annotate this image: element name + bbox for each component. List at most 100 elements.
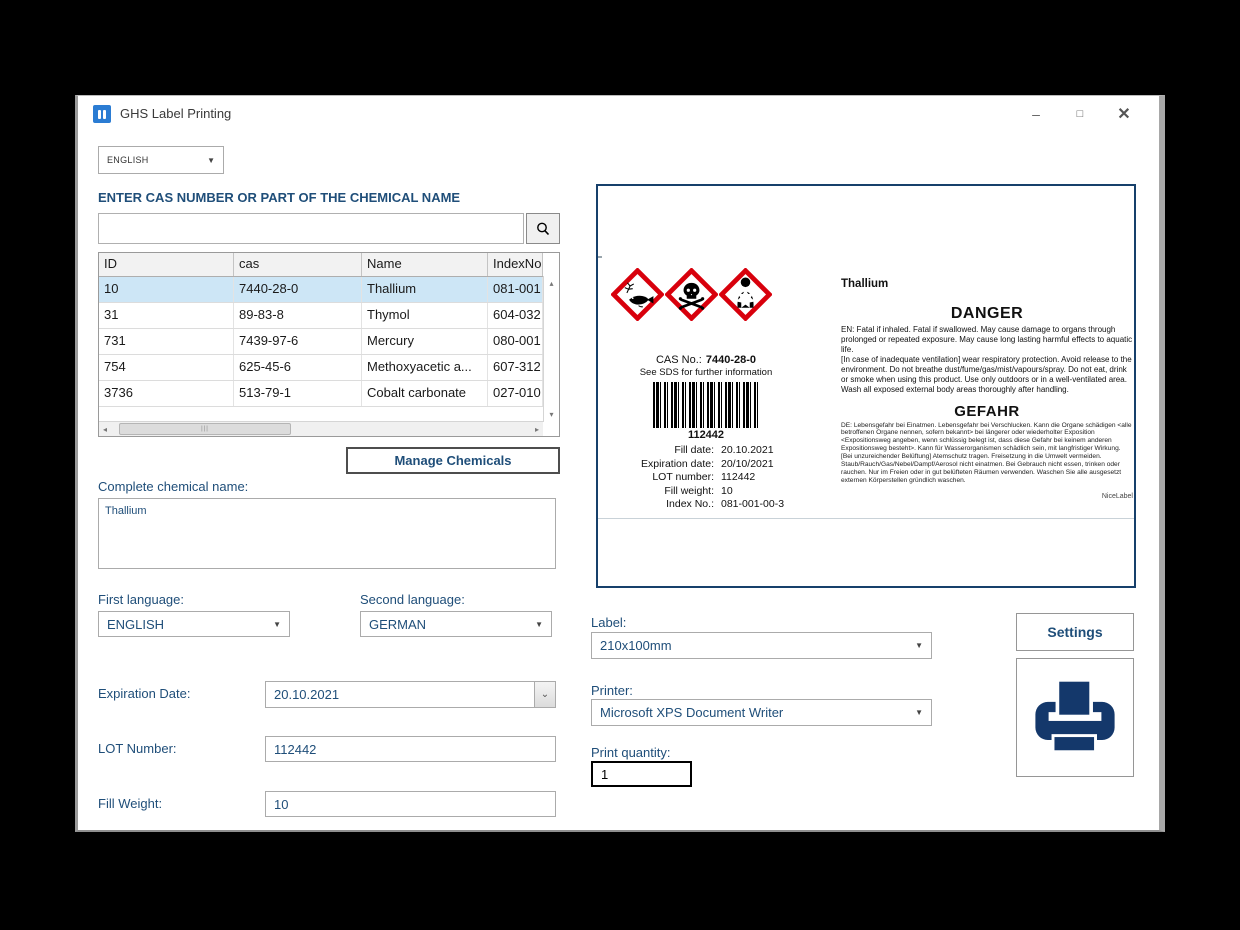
print-quantity-input[interactable] <box>591 761 692 787</box>
cas-value: 7440-28-0 <box>706 354 756 366</box>
title-bar[interactable]: GHS Label Printing – □ ✕ <box>78 96 1159 132</box>
expiration-date-picker[interactable]: 20.10.2021 ⌄ <box>265 681 556 708</box>
fill-weight-input[interactable] <box>265 791 556 817</box>
label-edge-mark <box>598 256 602 258</box>
hazard-statements-en: EN: Fatal if inhaled. Fatal if swallowed… <box>841 325 1133 396</box>
app-icon <box>93 105 111 123</box>
cas-label: CAS No.: <box>656 354 702 366</box>
expiration-date-value: 20.10.2021 <box>274 687 534 702</box>
horizontal-scrollbar[interactable]: ◂ ||| ▸ <box>99 421 543 436</box>
info-value: 112442 <box>714 471 755 485</box>
manage-chemicals-button[interactable]: Manage Chemicals <box>346 447 560 474</box>
scrollbar-thumb[interactable]: ||| <box>119 423 291 435</box>
cell-indexno[interactable]: 604-032 <box>488 303 543 328</box>
scroll-left-icon[interactable]: ◂ <box>99 425 111 434</box>
column-header-name[interactable]: Name <box>362 253 488 276</box>
info-value: 20.10.2021 <box>714 444 774 458</box>
cell-id[interactable]: 3736 <box>99 381 234 406</box>
vertical-scrollbar[interactable]: ▴ ▾ <box>543 276 559 422</box>
printer-value: Microsoft XPS Document Writer <box>600 705 915 720</box>
scroll-right-icon[interactable]: ▸ <box>531 425 543 434</box>
chevron-down-icon: ▼ <box>207 156 215 165</box>
cell-cas[interactable]: 7440-28-0 <box>234 277 362 302</box>
health-hazard-icon <box>719 268 772 321</box>
cell-id[interactable]: 31 <box>99 303 234 328</box>
sds-note: See SDS for further information <box>606 367 806 378</box>
printer-icon <box>1031 674 1119 762</box>
cell-cas[interactable]: 7439-97-6 <box>234 329 362 354</box>
info-value: 081-001-00-3 <box>714 498 784 512</box>
minimize-icon[interactable]: – <box>1027 106 1045 122</box>
lot-number-input[interactable] <box>265 736 556 762</box>
chemical-name-textarea[interactable]: Thallium <box>98 498 556 569</box>
info-key: Expiration date: <box>606 458 714 472</box>
table-row[interactable]: 3736 513-79-1 Cobalt carbonate 027-010 <box>99 381 543 407</box>
chemicals-table[interactable]: ID cas Name IndexNo 10 7440-28-0 Thalliu… <box>98 252 560 437</box>
info-key: LOT number: <box>606 471 714 485</box>
nicelabel-brand: NiceLabel <box>841 493 1133 500</box>
cell-name[interactable]: Cobalt carbonate <box>362 381 488 406</box>
chevron-down-icon: ▼ <box>273 620 281 629</box>
datepicker-dropdown-button[interactable]: ⌄ <box>534 682 555 707</box>
cell-name[interactable]: Thymol <box>362 303 488 328</box>
close-icon[interactable]: ✕ <box>1115 104 1133 124</box>
label-chemical-name: Thallium <box>841 278 1133 290</box>
search-input[interactable] <box>98 213 524 244</box>
cell-cas[interactable]: 89-83-8 <box>234 303 362 328</box>
cell-indexno[interactable]: 027-010 <box>488 381 543 406</box>
signal-word-en: DANGER <box>841 305 1133 323</box>
label-info-rows: Fill date:20.10.2021 Expiration date:20/… <box>606 444 806 512</box>
first-language-dropdown[interactable]: ENGLISH ▼ <box>98 611 290 637</box>
table-row[interactable]: 31 89-83-8 Thymol 604-032 <box>99 303 543 329</box>
ui-language-dropdown[interactable]: ENGLISH ▼ <box>98 146 224 174</box>
chemical-name-label: Complete chemical name: <box>98 479 248 494</box>
settings-button[interactable]: Settings <box>1016 613 1134 651</box>
scroll-up-icon[interactable]: ▴ <box>549 279 553 288</box>
printer-dropdown[interactable]: Microsoft XPS Document Writer ▼ <box>591 699 932 726</box>
cell-indexno[interactable]: 081-001 <box>488 277 543 302</box>
table-header-row[interactable]: ID cas Name IndexNo <box>99 253 543 277</box>
label-bottom-edge <box>598 518 1134 519</box>
cell-indexno[interactable]: 607-312 <box>488 355 543 380</box>
label-hazard-text: Thallium DANGER EN: Fatal if inhaled. Fa… <box>841 278 1133 500</box>
label-preview: CAS No.: 7440-28-0 See SDS for further in… <box>596 184 1136 588</box>
cell-cas[interactable]: 513-79-1 <box>234 381 362 406</box>
environment-hazard-icon <box>611 268 664 321</box>
cell-id[interactable]: 754 <box>99 355 234 380</box>
label-size-label: Label: <box>591 615 626 630</box>
label-cas-block: CAS No.: 7440-28-0 See SDS for further in… <box>606 354 806 512</box>
skull-crossbones-icon <box>665 268 718 321</box>
app-window: GHS Label Printing – □ ✕ ENGLISH ▼ ENTER… <box>75 95 1165 832</box>
cell-indexno[interactable]: 080-001 <box>488 329 543 354</box>
lot-number-label: LOT Number: <box>98 741 177 756</box>
first-language-label: First language: <box>98 592 184 607</box>
ui-language-value: ENGLISH <box>107 155 207 165</box>
signal-word-de: GEFAHR <box>841 403 1133 420</box>
info-key: Fill weight: <box>606 485 714 499</box>
hazard-statements-de: DE: Lebensgefahr bei Einatmen. Lebensgef… <box>841 422 1133 485</box>
label-size-dropdown[interactable]: 210x100mm ▼ <box>591 632 932 659</box>
cell-name[interactable]: Mercury <box>362 329 488 354</box>
column-header-indexno[interactable]: IndexNo <box>488 253 543 276</box>
second-language-dropdown[interactable]: GERMAN ▼ <box>360 611 552 637</box>
table-row[interactable]: 731 7439-97-6 Mercury 080-001 <box>99 329 543 355</box>
print-button[interactable] <box>1016 658 1134 777</box>
second-language-value: GERMAN <box>369 617 535 632</box>
cell-cas[interactable]: 625-45-6 <box>234 355 362 380</box>
barcode <box>653 382 759 428</box>
cell-id[interactable]: 10 <box>99 277 234 302</box>
cell-name[interactable]: Thallium <box>362 277 488 302</box>
table-row[interactable]: 754 625-45-6 Methoxyacetic a... 607-312 <box>99 355 543 381</box>
column-header-id[interactable]: ID <box>99 253 234 276</box>
cell-id[interactable]: 731 <box>99 329 234 354</box>
second-language-label: Second language: <box>360 592 465 607</box>
scroll-down-icon[interactable]: ▾ <box>549 410 553 419</box>
chevron-down-icon: ⌄ <box>541 689 549 700</box>
table-row[interactable]: 10 7440-28-0 Thallium 081-001 <box>99 277 543 303</box>
column-header-cas[interactable]: cas <box>234 253 362 276</box>
cell-name[interactable]: Methoxyacetic a... <box>362 355 488 380</box>
printer-label: Printer: <box>591 683 633 698</box>
maximize-icon[interactable]: □ <box>1071 108 1089 120</box>
chevron-down-icon: ▼ <box>915 708 923 717</box>
search-button[interactable] <box>526 213 560 244</box>
